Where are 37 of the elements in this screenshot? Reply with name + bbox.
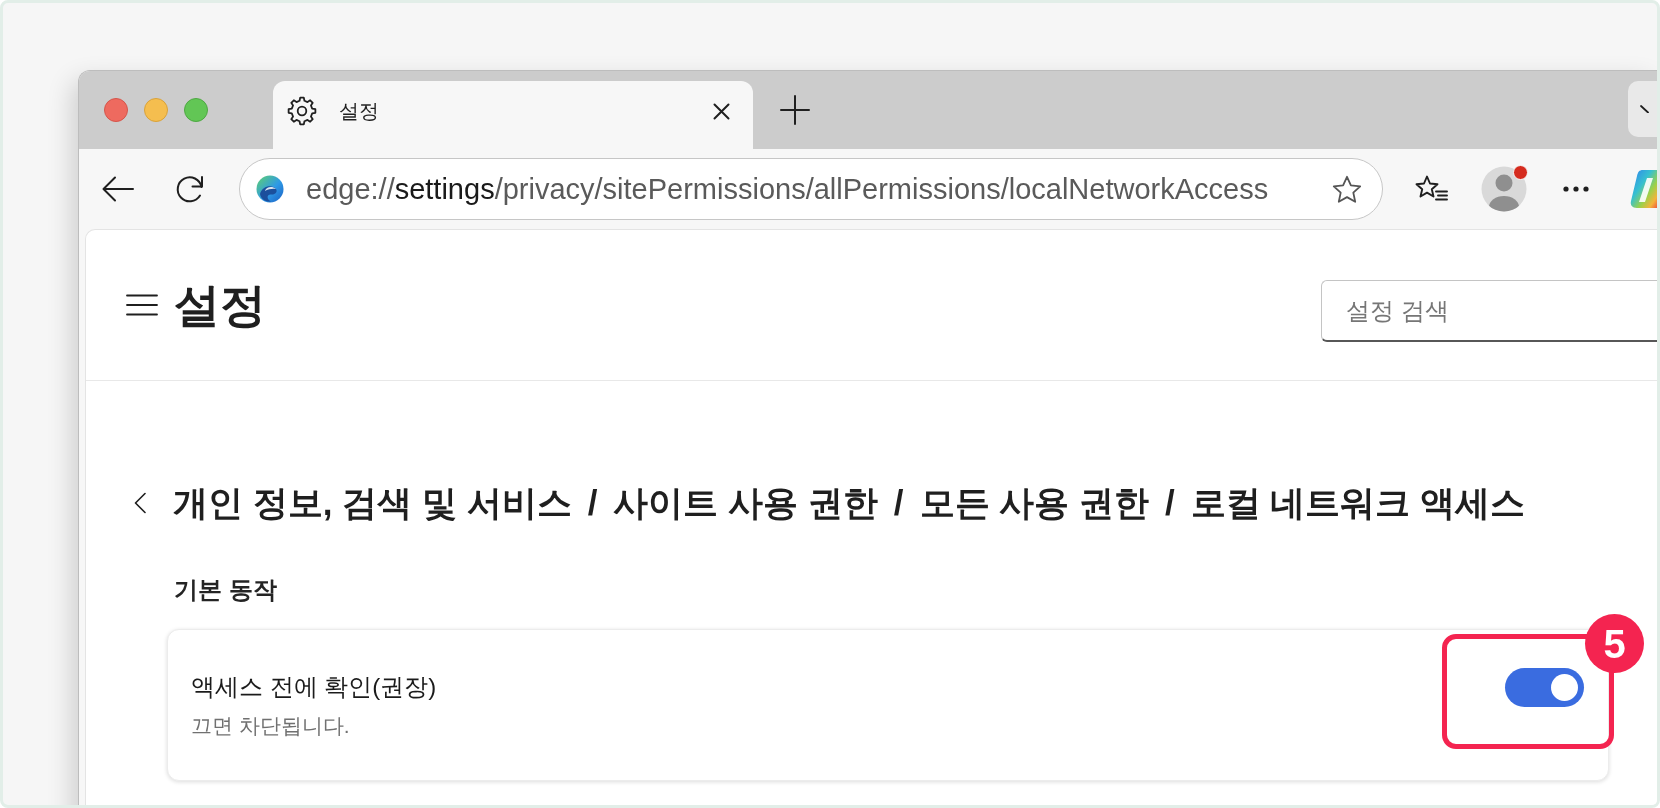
browser-logo-icon [256,175,284,203]
menu-icon [126,294,158,316]
chevron-left-icon [134,492,146,514]
menu-button[interactable] [126,294,158,316]
back-arrow-icon [102,175,134,203]
assistant-button[interactable] [1629,168,1657,210]
breadcrumb-separator: / [587,482,598,524]
toggle-switch[interactable] [1505,668,1584,707]
close-tab-button[interactable] [713,102,730,120]
profile-button[interactable] [1480,165,1528,213]
favorite-button[interactable] [1332,174,1362,204]
breadcrumb-link[interactable]: 사이트 사용 권한 [613,481,878,525]
breadcrumb-link[interactable]: 개인 정보, 검색 및 서비스 [173,481,572,525]
breadcrumb-current: 로컬 네트워크 액세스 [1190,482,1526,524]
setting-title: 액세스 전에 확인(권장) [191,672,437,702]
url-text: edge://settings/privacy/sitePermissions/allPermissions/localNetworkAccess [306,172,1270,206]
breadcrumb-separator: / [1165,482,1175,524]
tab-title: 설정 [339,98,380,124]
star-icon [1332,174,1362,204]
avatar-icon [1481,166,1527,212]
step-badge: 5 [1585,614,1644,673]
breadcrumb-separator: / [893,482,904,524]
chevron-icon [1640,105,1649,113]
breadcrumb-link[interactable]: 모든 사용 권한 [919,481,1149,525]
section-title: 기본 동작 [174,575,277,605]
back-button[interactable] [134,491,146,515]
address-bar[interactable]: edge://settings/privacy/sitePermissions/allPermissions/localNetworkAccess [239,158,1383,220]
new-tab-button[interactable] [780,95,810,125]
page-title: 설정 [174,279,266,331]
more-icon [1563,186,1589,192]
browser-tab[interactable]: 설정 [273,81,753,149]
plus-icon [780,95,810,125]
refresh-icon [174,173,206,205]
gear-icon [287,96,317,126]
close-icon [713,102,730,120]
setting-description: 끄면 차단됩니다. [191,713,350,739]
search-field[interactable]: 설정 검색 [1321,280,1657,342]
